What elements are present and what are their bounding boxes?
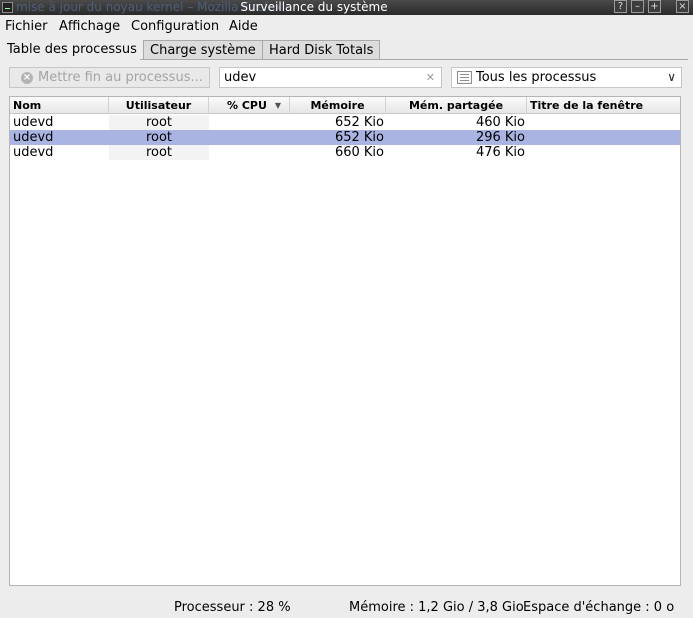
cell-memory: 652 Kio <box>334 115 384 130</box>
memory-status: Mémoire : 1,2 Gio / 3,8 Gio <box>349 600 524 615</box>
search-box[interactable]: ✕ <box>219 67 442 88</box>
process-table[interactable]: Nom Utilisateur % CPU ▼ Mémoire Mém. par… <box>9 96 681 586</box>
system-monitor-window: mise à jour du noyau kernel – Mozilla Fi… <box>0 0 693 618</box>
menu-bar: Fichier Affichage Configuration Aide <box>0 16 693 38</box>
cell-memory: 652 Kio <box>334 130 384 145</box>
table-row-selected[interactable]: udevd root 652 Kio 296 Kio <box>10 130 680 145</box>
table-row[interactable]: udevd root 660 Kio 476 Kio <box>10 145 680 160</box>
kill-process-button[interactable]: × Mettre fin au processus... <box>9 67 210 88</box>
process-filter-value: Tous les processus <box>476 70 597 85</box>
tab-hard-disk-totals[interactable]: Hard Disk Totals <box>262 40 381 60</box>
cell-memory: 660 Kio <box>334 145 384 160</box>
cell-window-title <box>530 115 680 130</box>
clear-icon[interactable]: ✕ <box>426 70 435 85</box>
cell-name: udevd <box>13 115 54 130</box>
cell-user: root <box>109 115 209 130</box>
cell-user: root <box>109 130 209 145</box>
column-header-shared-memory[interactable]: Mém. partagée <box>386 97 527 114</box>
table-row[interactable]: udevd root 652 Kio 460 Kio <box>10 115 680 130</box>
status-bar: Processeur : 28 % Mémoire : 1,2 Gio / 3,… <box>0 598 693 618</box>
title-bar[interactable]: mise à jour du noyau kernel – Mozilla Fi… <box>0 0 693 15</box>
cell-name: udevd <box>13 130 54 145</box>
tab-system-load[interactable]: Charge système <box>143 40 263 60</box>
table-header: Nom Utilisateur % CPU ▼ Mémoire Mém. par… <box>10 97 680 114</box>
column-header-window-title[interactable]: Titre de la fenêtre <box>527 97 680 114</box>
menu-fichier[interactable]: Fichier <box>5 19 48 35</box>
close-icon[interactable]: × <box>676 0 689 13</box>
column-header-name[interactable]: Nom <box>10 97 109 114</box>
menu-configuration[interactable]: Configuration <box>131 19 219 35</box>
help-icon[interactable]: ? <box>614 0 627 13</box>
menu-aide[interactable]: Aide <box>229 19 258 35</box>
column-header-memory[interactable]: Mémoire <box>290 97 386 114</box>
list-icon <box>457 71 472 84</box>
chevron-down-icon[interactable]: ∨ <box>667 68 676 87</box>
kill-process-label: Mettre fin au processus... <box>38 70 203 85</box>
cpu-status: Processeur : 28 % <box>174 600 291 615</box>
cell-cpu <box>209 115 290 130</box>
cell-shared-memory: 476 Kio <box>475 145 525 160</box>
cell-name: udevd <box>13 145 54 160</box>
column-header-cpu-label: % CPU <box>227 99 267 112</box>
cell-window-title <box>530 145 680 160</box>
tab-process-table[interactable]: Table des processus <box>0 38 144 60</box>
minimize-icon[interactable]: – <box>631 0 644 13</box>
search-input[interactable] <box>224 68 419 87</box>
window-title: Surveillance du système <box>240 0 388 14</box>
cell-window-title <box>530 130 680 145</box>
cell-shared-memory: 460 Kio <box>475 115 525 130</box>
stop-icon: × <box>21 72 33 84</box>
maximize-icon[interactable]: + <box>648 0 661 13</box>
cell-shared-memory: 296 Kio <box>475 130 525 145</box>
column-header-cpu[interactable]: % CPU ▼ <box>209 97 290 114</box>
cell-cpu <box>209 145 290 160</box>
cell-cpu <box>209 130 290 145</box>
process-filter-select[interactable]: Tous les processus ∨ <box>451 67 682 88</box>
cell-user: root <box>109 145 209 160</box>
tab-bar: Table des processus Charge système Hard … <box>0 38 693 60</box>
column-header-user[interactable]: Utilisateur <box>109 97 209 114</box>
sort-descending-icon: ▼ <box>274 101 281 110</box>
swap-status: Espace d'échange : 0 o <box>523 600 675 615</box>
menu-affichage[interactable]: Affichage <box>59 19 120 35</box>
